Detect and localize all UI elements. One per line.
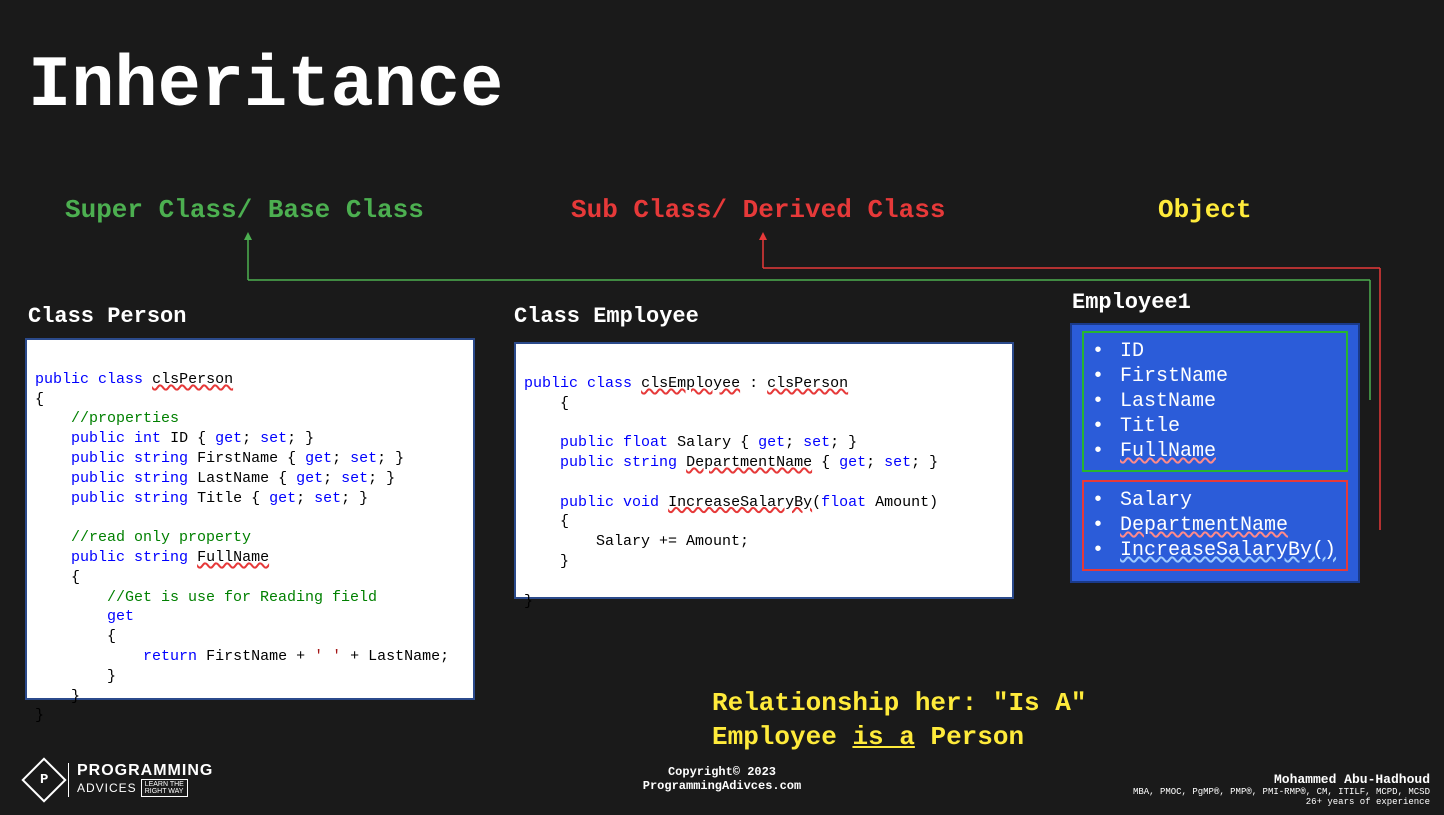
own-members-group: •Salary •DepartmentName •IncreaseSalaryB… xyxy=(1082,480,1348,571)
code-person-box: public class clsPerson { //properties pu… xyxy=(25,338,475,700)
logo: P PROGRAMMING ADVICESLEARN THERIGHT WAY xyxy=(28,763,213,797)
object-title: Employee1 xyxy=(1072,290,1191,315)
object-box: Employee1 •ID •FirstName •LastName •Titl… xyxy=(1070,323,1360,583)
footer-right: Mohammed Abu-Hadhoud MBA, PMOC, PgMP®, P… xyxy=(1133,772,1430,807)
object-header: Object xyxy=(1158,195,1252,225)
logo-tag: LEARN THERIGHT WAY xyxy=(141,779,188,797)
class-person-label: Class Person xyxy=(28,304,186,329)
logo-icon: P xyxy=(21,757,66,802)
page-title: Inheritance xyxy=(28,45,503,127)
super-class-header: Super Class/ Base Class xyxy=(65,195,424,225)
code-employee-box: public class clsEmployee : clsPerson { p… xyxy=(514,342,1014,599)
inherited-members-group: •ID •FirstName •LastName •Title •FullNam… xyxy=(1082,331,1348,472)
class-employee-label: Class Employee xyxy=(514,304,699,329)
sub-class-header: Sub Class/ Derived Class xyxy=(571,195,945,225)
relationship-text: Relationship her: "Is A" Employee is a P… xyxy=(712,687,1086,755)
